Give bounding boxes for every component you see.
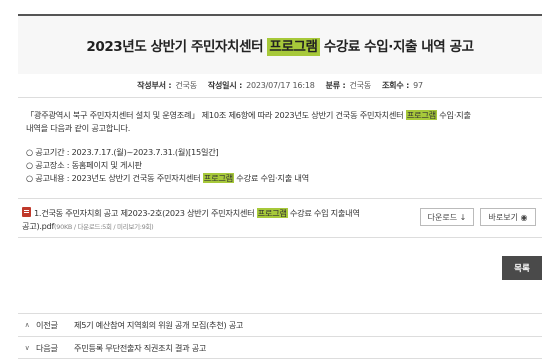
title-box: 2023년도 상반기 주민자치센터 프로그램 수강료 수입·지출 내역 공고 [18, 14, 542, 74]
search-highlight: 프로그램 [202, 173, 234, 183]
notice-content-text: ○ 공고내용 : 2023년도 상반기 건국동 주민자치센터 [26, 173, 203, 183]
download-button[interactable]: 다운로드 ↓ [420, 208, 474, 226]
category-label: 분류 : [325, 81, 346, 90]
post-navigation: ∧ 이전글 제5기 예산참여 지역회의 위원 공개 모집(추천) 공고 ∨ 다음… [18, 313, 542, 359]
author-value: 건국동 [175, 81, 197, 90]
notice-content-text: 수강료 수입·지출 내역 [233, 173, 309, 183]
chevron-up-icon: ∧ [24, 321, 30, 329]
intro-text: 내역을 다음과 같이 공고합니다. [26, 123, 131, 133]
next-post-link[interactable]: ∨ 다음글 주민등록 무단전출자 직권조치 결과 공고 [18, 336, 542, 359]
intro-text: 「광주광역시 북구 주민자치센터 설치 및 운영조례」 제10조 제6항에 따라… [26, 110, 406, 120]
post-view: 2023년도 상반기 주민자치센터 프로그램 수강료 수입·지출 내역 공고 작… [0, 0, 560, 360]
prev-post-link[interactable]: ∧ 이전글 제5기 예산참여 지역회의 위원 공개 모집(추천) 공고 [18, 313, 542, 336]
notice-period: ○ 공고기간 : 2023.7.17.(월)~2023.7.31.(월)[15일… [26, 147, 219, 157]
attachment-link[interactable]: 1.건국동 주민자치회 공고 제2023-2호(2023 상반기 주민자치센터 … [22, 207, 394, 234]
list-button[interactable]: 목록 [502, 256, 542, 280]
preview-button[interactable]: 바로보기 ◉ [480, 208, 536, 226]
notice-place: ○ 공고장소 : 동홈페이지 및 게시판 [26, 160, 142, 170]
post-body: 「광주광역시 북구 주민자치센터 설치 및 운영조례」 제10조 제6항에 따라… [26, 109, 538, 185]
pdf-file-icon [22, 207, 31, 217]
next-title: 주민등록 무단전출자 직권조치 결과 공고 [74, 342, 207, 353]
views-label: 조회수 : [382, 81, 410, 90]
views-value: 97 [413, 81, 423, 90]
chevron-down-icon: ∨ [24, 343, 30, 352]
next-label: 다음글 [36, 342, 58, 353]
attachment-info: (90KB / 다운로드:5회 / 미리보기:9회) [54, 223, 154, 231]
search-highlight: 프로그램 [405, 110, 437, 120]
search-highlight: 프로그램 [256, 208, 288, 218]
title-text-after: 수강료 수입·지출 내역 공고 [319, 39, 474, 55]
attachment-area: 1.건국동 주민자치회 공고 제2023-2호(2023 상반기 주민자치센터 … [18, 198, 542, 238]
date-label: 작성일시 : [207, 81, 243, 90]
notice-content: ○ 공고내용 : 2023년도 상반기 건국동 주민자치센터 프로그램 수강료 … [26, 172, 538, 185]
category-value: 건국동 [349, 81, 372, 90]
intro-paragraph: 「광주광역시 북구 주민자치센터 설치 및 운영조례」 제10조 제6항에 따라… [26, 109, 538, 135]
post-meta: 작성부서 : 건국동 작성일시 : 2023/07/17 16:18 분류 : … [18, 74, 542, 98]
prev-title: 제5기 예산참여 지역회의 위원 공개 모집(추천) 공고 [74, 320, 244, 330]
search-highlight: 프로그램 [267, 38, 320, 56]
prev-label: 이전글 [36, 320, 58, 330]
attachment-name: 수강료 수입 지출내역 [287, 208, 360, 218]
title-text-before: 2023년도 상반기 주민자치센터 [86, 39, 268, 55]
date-value: 2023/07/17 16:18 [246, 81, 315, 90]
post-title: 2023년도 상반기 주민자치센터 프로그램 수강료 수입·지출 내역 공고 [86, 35, 474, 56]
attachment-name: 1.건국동 주민자치회 공고 제2023-2호(2023 상반기 주민자치센터 [34, 208, 257, 218]
attachment-name: 공고).pdf [22, 221, 55, 231]
intro-text: 수입·지출 [436, 110, 471, 120]
author-label: 작성부서 : [137, 81, 172, 90]
